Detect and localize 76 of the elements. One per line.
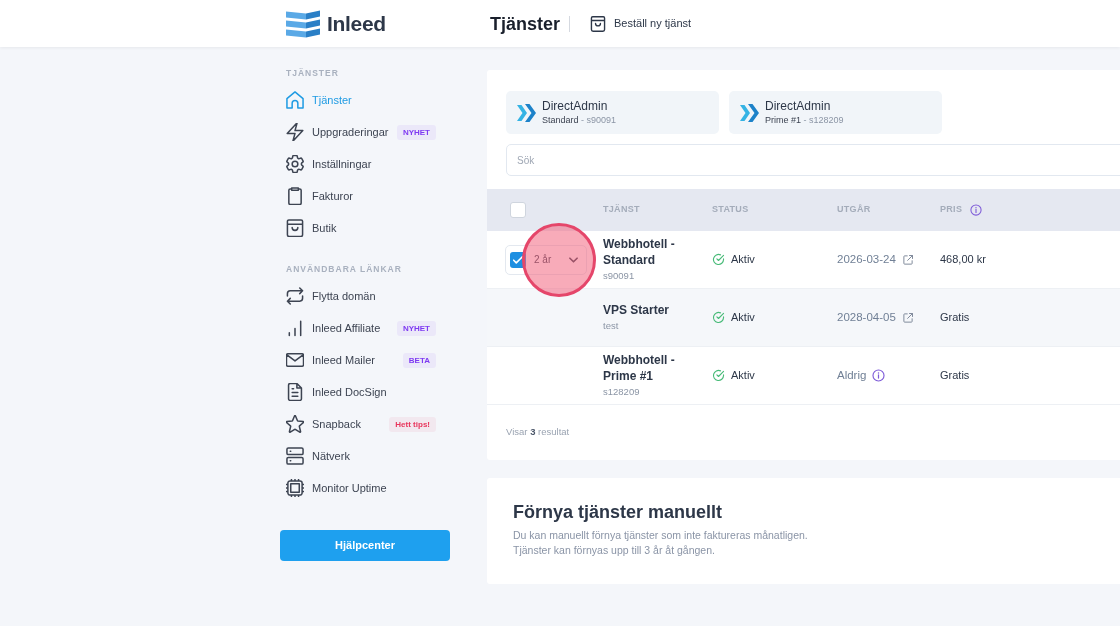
external-link-icon bbox=[901, 311, 914, 324]
server-icon bbox=[286, 447, 304, 465]
sidebar-badge: BETA bbox=[402, 352, 436, 368]
sidebar-badge: NYHET bbox=[396, 320, 436, 336]
sidebar-item[interactable]: Monitor Uptime bbox=[286, 479, 387, 497]
service-card[interactable]: DirectAdmin Prime #1 - s128209 bbox=[729, 91, 942, 134]
column-header: PRIS bbox=[940, 203, 963, 217]
row-checkbox[interactable] bbox=[510, 251, 526, 268]
double-chevron-icon bbox=[740, 102, 759, 123]
service-card[interactable]: DirectAdmin Standard - s90091 bbox=[506, 91, 719, 134]
order-service-link[interactable]: Beställ ny tjänst bbox=[590, 15, 692, 32]
sidebar-item[interactable]: Inleed Affiliate bbox=[286, 319, 381, 337]
envelope-icon bbox=[286, 351, 304, 369]
price-text: Gratis bbox=[940, 368, 970, 384]
logo-icon bbox=[286, 8, 320, 39]
chevron-down-icon bbox=[569, 256, 578, 263]
expiry-date: Aldrig bbox=[837, 367, 867, 383]
external-link-icon bbox=[901, 253, 914, 266]
lightning-icon bbox=[286, 123, 304, 141]
home-icon bbox=[286, 91, 304, 109]
results-count: Visar 3 resultat bbox=[506, 425, 570, 440]
star-icon bbox=[286, 415, 304, 433]
service-id: s90091 bbox=[603, 269, 636, 283]
section-heading: ANVÄNDBARA LÄNKAR bbox=[285, 263, 403, 275]
sidebar-badge: NYHET bbox=[396, 124, 436, 140]
check-circle-icon bbox=[712, 369, 725, 382]
repeat-arrows-icon bbox=[286, 287, 304, 305]
service-title: DirectAdmin bbox=[542, 98, 609, 114]
check-circle-icon bbox=[712, 311, 725, 324]
select-all-checkbox[interactable] bbox=[510, 202, 526, 218]
service-name: Webbhotell - Prime #1 bbox=[603, 352, 676, 384]
column-header: TJÄNST bbox=[603, 203, 640, 217]
service-subtitle: Prime #1 - s128209 bbox=[765, 113, 844, 127]
page-title: Tjänster bbox=[490, 12, 561, 36]
section-heading: TJÄNSTER bbox=[285, 67, 340, 79]
shopping-bag-icon bbox=[286, 219, 304, 237]
description-text: Du kan manuellt förnya tjänster som inte faktureras månatligen. bbox=[513, 528, 809, 543]
settings-icon bbox=[286, 155, 304, 173]
price-text: 468,00 kr bbox=[940, 252, 986, 268]
sidebar-item[interactable]: Snapback bbox=[286, 415, 361, 433]
sidebar-item[interactable]: Flytta domän bbox=[286, 287, 376, 305]
document-icon bbox=[286, 383, 304, 401]
sidebar-item[interactable]: Nätverk bbox=[286, 447, 350, 465]
sidebar-badge: Hett tips! bbox=[389, 416, 436, 432]
status-text: Aktiv bbox=[731, 252, 755, 268]
service-name: VPS Starter bbox=[603, 302, 671, 318]
double-chevron-icon bbox=[517, 102, 536, 123]
service-subtitle: Standard - s90091 bbox=[542, 113, 617, 127]
description-text: Tjänster kan förnyas upp till 3 år åt gången. bbox=[513, 543, 716, 558]
price-text: Gratis bbox=[940, 310, 970, 326]
expiry-date: 2026-03-24 bbox=[837, 251, 896, 267]
column-header: STATUS bbox=[712, 203, 749, 217]
shopping-bag-icon bbox=[590, 15, 607, 32]
status-text: Aktiv bbox=[731, 368, 755, 384]
logo-text: Inleed bbox=[327, 10, 386, 37]
service-id: test bbox=[603, 319, 620, 333]
sidebar-item[interactable]: Inleed Mailer bbox=[286, 351, 375, 369]
status-text: Aktiv bbox=[731, 310, 755, 326]
sidebar-item[interactable]: Inleed DocSign bbox=[286, 383, 387, 401]
section-title: Förnya tjänster manuellt bbox=[513, 501, 724, 524]
service-name: Webbhotell - Standard bbox=[603, 236, 676, 268]
service-id: s128209 bbox=[603, 385, 641, 399]
sidebar-item[interactable]: Butik bbox=[286, 219, 337, 237]
bar-chart-icon bbox=[286, 319, 304, 337]
search-field[interactable]: Sök bbox=[506, 144, 1120, 176]
info-icon bbox=[872, 369, 886, 382]
expiry-date: 2028-04-05 bbox=[837, 309, 896, 325]
chip-icon bbox=[286, 479, 304, 497]
clipboard-icon bbox=[286, 187, 304, 205]
service-title: DirectAdmin bbox=[765, 98, 832, 114]
check-icon bbox=[513, 255, 523, 264]
sidebar-item[interactable]: Inställningar bbox=[286, 155, 372, 173]
sidebar-item[interactable]: Uppgraderingar bbox=[286, 123, 389, 141]
column-header: UTGÅR bbox=[837, 203, 871, 217]
check-circle-icon bbox=[712, 253, 725, 266]
sidebar-item[interactable]: Fakturor bbox=[286, 187, 353, 205]
